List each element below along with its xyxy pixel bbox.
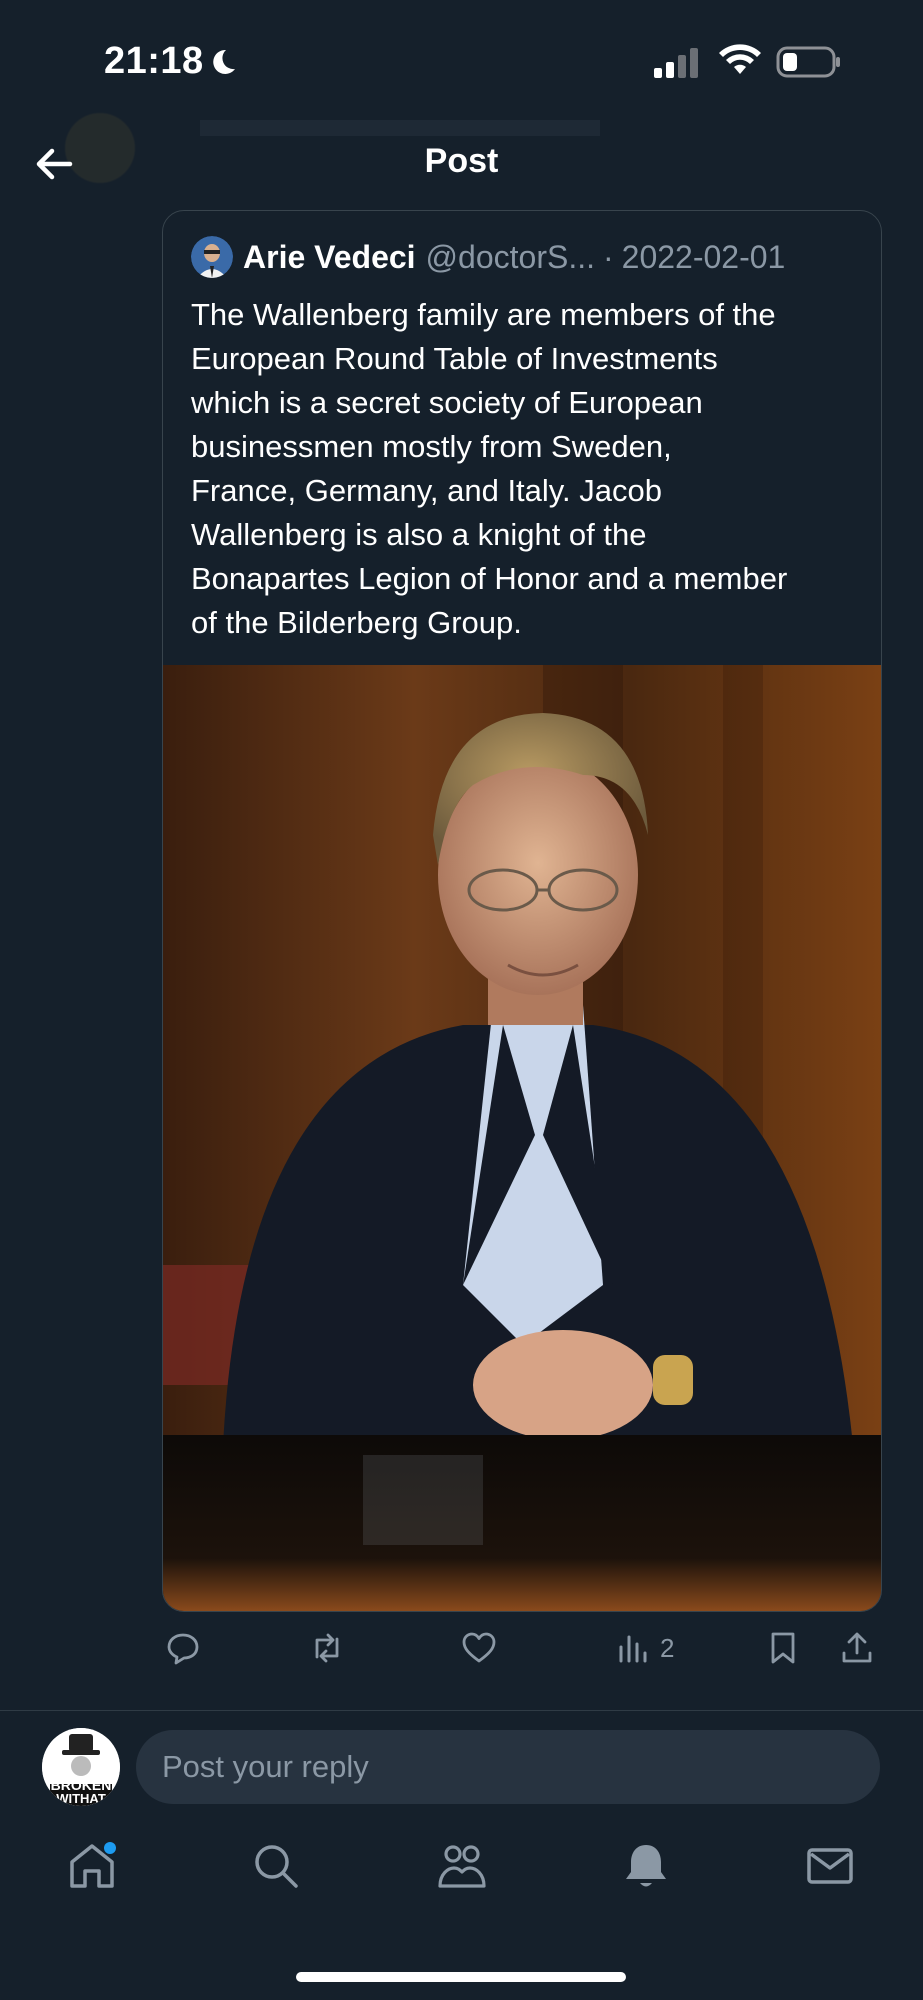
repost-button[interactable] (308, 1626, 346, 1670)
tab-search[interactable] (248, 1838, 304, 1894)
quoted-post-header: Arie Vedeci @doctorS... · 2022-02-01 (191, 235, 785, 279)
messages-icon (807, 1848, 853, 1884)
author-name[interactable]: Arie Vedeci (243, 239, 416, 276)
reply-input[interactable] (136, 1730, 880, 1804)
post-image[interactable] (163, 665, 881, 1611)
bottom-tab-bar (0, 1838, 923, 1908)
tab-home[interactable] (64, 1838, 120, 1894)
author-handle[interactable]: @doctorS... (426, 239, 595, 276)
notifications-icon (626, 1845, 666, 1887)
views-button[interactable]: 2 (614, 1626, 674, 1670)
views-chart-icon (619, 1635, 647, 1663)
tab-notifications[interactable] (618, 1838, 674, 1894)
communities-icon (438, 1845, 486, 1888)
battery-icon (776, 46, 840, 78)
share-icon (842, 1632, 872, 1663)
reply-button[interactable] (164, 1626, 202, 1670)
bookmark-button[interactable] (764, 1626, 802, 1670)
repost-icon (315, 1633, 339, 1663)
like-button[interactable] (460, 1626, 498, 1670)
status-bar: 21:18 (0, 0, 923, 110)
tab-communities[interactable] (434, 1838, 490, 1894)
bookmark-icon (771, 1632, 795, 1664)
status-time: 21:18 (104, 40, 204, 82)
home-indicator[interactable] (296, 1972, 626, 1982)
divider (0, 1710, 923, 1711)
moon-icon (213, 49, 235, 74)
separator-dot: · (602, 238, 614, 275)
avatar-text-bottom: WITHAT (56, 1791, 106, 1806)
tab-messages[interactable] (802, 1838, 858, 1894)
author-avatar[interactable] (191, 236, 233, 278)
search-icon (255, 1845, 298, 1888)
comment-icon (167, 1633, 199, 1665)
heart-icon (462, 1632, 496, 1663)
share-button[interactable] (838, 1626, 876, 1670)
quoted-post-card[interactable]: Arie Vedeci @doctorS... · 2022-02-01 The… (162, 210, 882, 1612)
user-avatar[interactable]: BROKEN WITHAT (42, 1728, 120, 1806)
signal-icon (654, 48, 698, 78)
post-date: 2022-02-01 (621, 238, 786, 275)
views-count: 2 (660, 1632, 675, 1663)
post-text: The Wallenberg family are members of the… (191, 297, 788, 640)
action-bar: 2 (162, 1626, 880, 1672)
home-icon (70, 1844, 114, 1888)
wifi-icon (719, 44, 761, 74)
page-title: Post (424, 142, 499, 180)
